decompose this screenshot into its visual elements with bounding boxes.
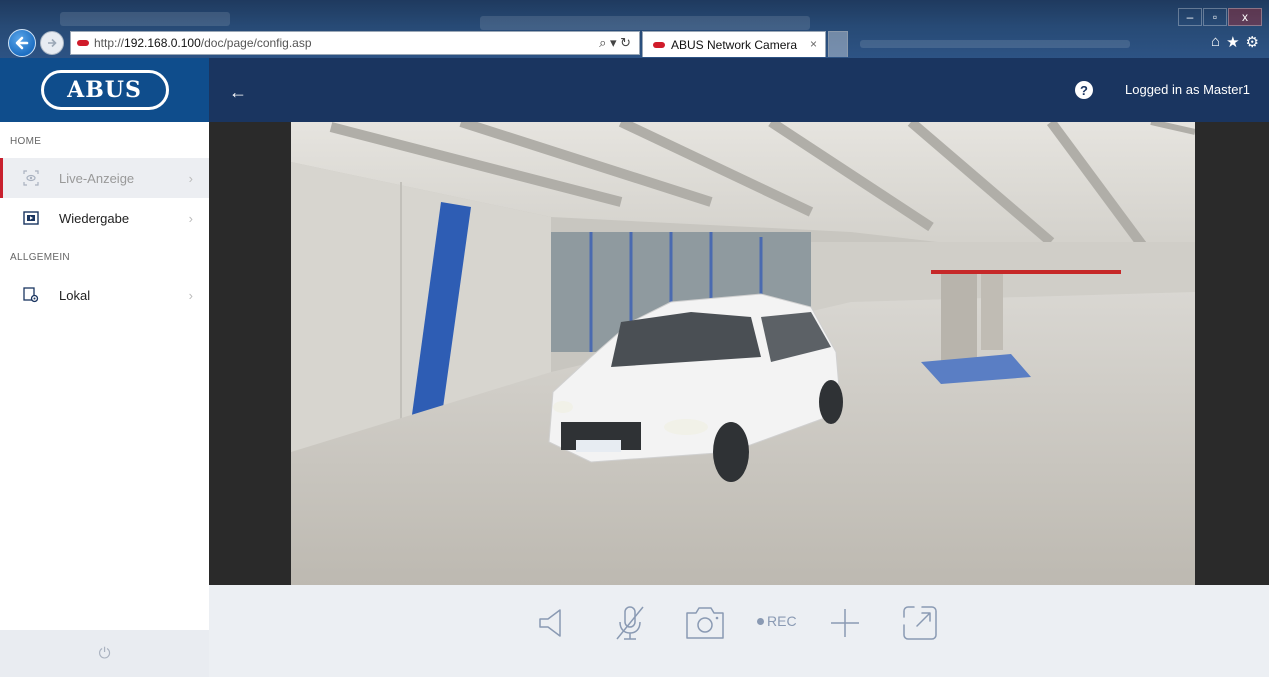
browser-forward-button[interactable] xyxy=(40,31,64,55)
logo-bar: ABUS xyxy=(0,58,209,122)
tab-close-icon[interactable]: × xyxy=(810,37,817,51)
section-home: HOME xyxy=(10,136,42,147)
chevron-right-icon: › xyxy=(188,287,193,303)
back-arrow-icon[interactable]: ← xyxy=(229,82,247,103)
search-refresh-icons[interactable]: ⌕ ▾ ↻ xyxy=(599,35,631,51)
home-icon[interactable]: ⌂ xyxy=(1211,33,1220,51)
chevron-right-icon: › xyxy=(188,170,193,186)
sidebar-item-playback[interactable]: Wiedergabe › xyxy=(0,198,209,238)
browser-chrome: http://192.168.0.100/doc/page/config.asp… xyxy=(0,0,1269,58)
sidebar-item-label: Wiedergabe xyxy=(59,210,130,226)
camera-snapshot-icon xyxy=(686,607,724,639)
url-scheme: http:// xyxy=(94,36,125,50)
arrow-right-icon xyxy=(48,38,57,48)
browser-right-icons: ⌂ ★ ⚙ xyxy=(1211,33,1259,51)
login-status: Logged in as Master1 xyxy=(1125,82,1251,97)
site-favicon-icon xyxy=(77,40,89,46)
microphone-button[interactable] xyxy=(613,601,647,645)
snapshot-button[interactable] xyxy=(683,601,727,645)
fullscreen-button[interactable] xyxy=(899,601,941,645)
browser-tab[interactable]: ABUS Network Camera × xyxy=(642,31,826,57)
maximize-button[interactable]: ▫ xyxy=(1203,8,1227,26)
minimize-button[interactable]: – xyxy=(1178,8,1202,26)
chevron-right-icon: › xyxy=(188,210,193,226)
rec-label: REC xyxy=(767,613,797,629)
favorites-star-icon[interactable]: ★ xyxy=(1226,33,1239,51)
local-settings-icon xyxy=(23,287,39,303)
speaker-button[interactable] xyxy=(535,601,571,645)
sidebar: HOME Live-Anzeige › Wiedergabe › ALLGEME… xyxy=(0,122,209,677)
close-window-button[interactable]: x xyxy=(1228,8,1262,26)
blurred-toolbar-right xyxy=(860,40,1130,48)
record-button[interactable]: REC xyxy=(757,613,797,629)
section-general: ALLGEMEIN xyxy=(10,252,70,263)
new-tab-button[interactable] xyxy=(828,31,848,57)
record-dot-icon xyxy=(757,617,764,625)
sidebar-item-label: Live-Anzeige xyxy=(59,170,135,186)
tab-favicon-icon xyxy=(653,41,665,48)
video-toolbar: REC xyxy=(209,585,1269,677)
mic-muted-icon xyxy=(616,606,644,640)
url-path: /doc/page/config.asp xyxy=(200,36,312,50)
sidebar-item-live-view[interactable]: Live-Anzeige › xyxy=(0,158,209,198)
abus-logo: ABUS xyxy=(40,70,169,110)
sidebar-item-local[interactable]: Lokal › xyxy=(0,275,209,315)
top-bar: ← ? Logged in as Master1 xyxy=(209,58,1269,122)
video-area xyxy=(209,122,1269,585)
power-icon: ⏻ xyxy=(98,645,111,662)
fullscreen-icon xyxy=(903,606,937,640)
browser-back-button[interactable] xyxy=(8,29,36,57)
live-view-icon xyxy=(23,170,39,186)
parking-garage-scene xyxy=(291,122,1195,585)
blurred-window-title xyxy=(60,12,230,26)
zoom-plus-icon xyxy=(831,609,859,637)
live-video-feed[interactable] xyxy=(291,122,1195,585)
url-host: 192.168.0.100 xyxy=(124,36,201,50)
settings-gear-icon[interactable]: ⚙ xyxy=(1246,33,1259,51)
speaker-icon xyxy=(539,609,561,637)
blurred-toolbar xyxy=(480,16,810,30)
zoom-button[interactable] xyxy=(827,601,863,645)
tab-title: ABUS Network Camera xyxy=(671,37,798,52)
arrow-left-icon xyxy=(15,36,29,50)
sidebar-item-label: Lokal xyxy=(59,287,91,303)
address-bar[interactable]: http://192.168.0.100/doc/page/config.asp… xyxy=(70,31,640,55)
playback-icon xyxy=(23,210,39,226)
help-icon[interactable]: ? xyxy=(1075,81,1093,99)
power-button[interactable]: ⏻ xyxy=(0,630,209,677)
